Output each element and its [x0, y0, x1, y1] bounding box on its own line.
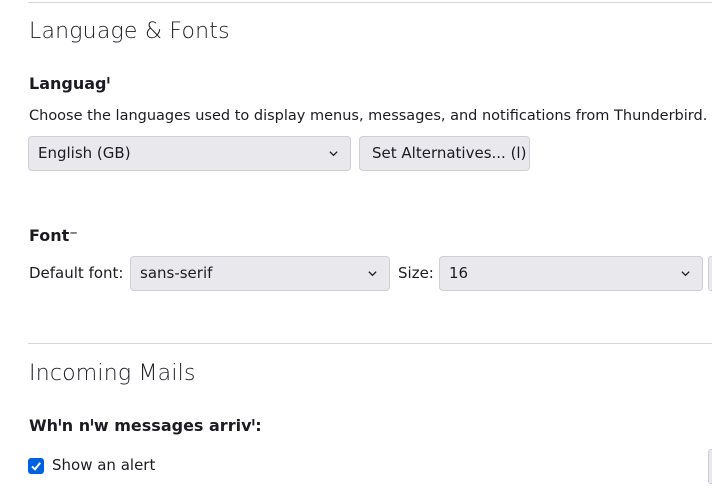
fonts-heading: Font⁻ [29, 226, 78, 245]
new-messages-heading: Whᴵn nᴵw messages arrivᴵ: [29, 416, 262, 435]
show-alert-label[interactable]: Show an alert [52, 456, 155, 474]
customize-alert-button-edge[interactable] [708, 449, 712, 484]
language-description: Choose the languages used to display men… [29, 108, 708, 124]
section-divider [28, 343, 712, 344]
font-size-label: Size: [398, 264, 434, 282]
language-select[interactable]: English (GB) [28, 136, 351, 171]
show-alert-checkbox[interactable] [28, 458, 44, 474]
font-size-select-value: 16 [449, 264, 469, 282]
font-size-select[interactable]: 16 [439, 256, 703, 291]
chevron-down-icon [329, 151, 338, 157]
preferences-page: Language & Fonts Languagᴵ Choose the lan… [0, 0, 712, 490]
default-font-select[interactable]: sans-serif [130, 256, 390, 291]
chevron-down-icon [681, 271, 690, 277]
section-title-language-fonts: Language & Fonts [29, 19, 230, 44]
chevron-down-icon [368, 271, 377, 277]
checkmark-icon [31, 462, 41, 471]
default-font-select-value: sans-serif [140, 264, 213, 282]
advanced-fonts-button-edge[interactable] [708, 256, 712, 291]
set-alternatives-button[interactable]: Set Alternatives... (l) [359, 136, 530, 171]
top-divider [28, 2, 712, 3]
default-font-label: Default font: [29, 264, 124, 282]
section-title-incoming-mails: Incoming Mails [29, 361, 196, 386]
language-select-value: English (GB) [38, 144, 131, 162]
language-heading: Languagᴵ [29, 74, 111, 93]
